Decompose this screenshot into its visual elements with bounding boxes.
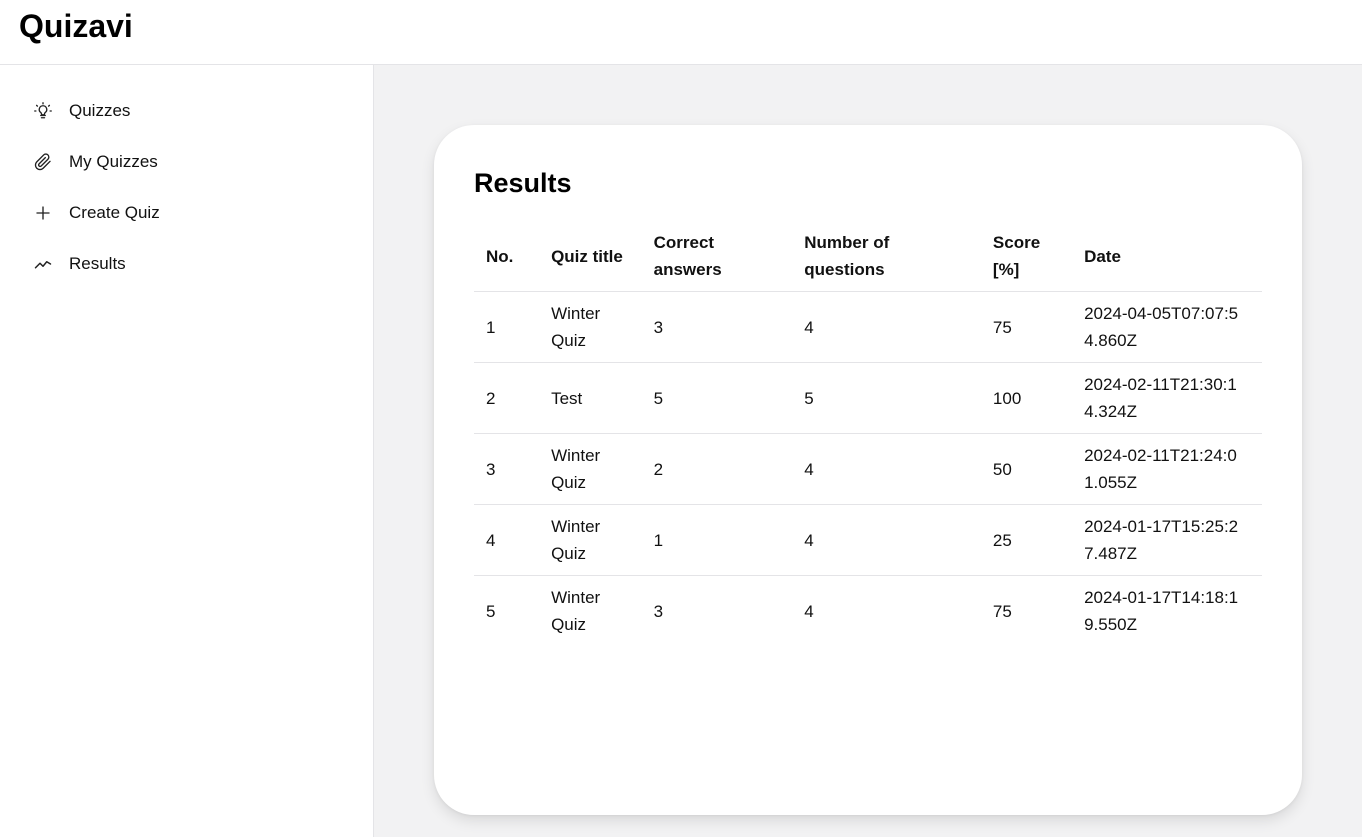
- app-title[interactable]: Quizavi: [19, 6, 133, 46]
- table-header-row: No. Quiz title Correct answers Number of…: [474, 221, 1262, 292]
- cell-no: 1: [474, 291, 540, 363]
- sidebar-item-results[interactable]: Results: [32, 248, 126, 280]
- cell-quiz-title: Winter Quiz: [539, 433, 642, 505]
- table-row: 3 Winter Quiz 2 4 50 2024-02-11T21:24:01…: [474, 433, 1262, 505]
- sidebar-item-label: Create Quiz: [69, 203, 160, 222]
- cell-score: 75: [980, 291, 1073, 363]
- column-header-correct-answers: Correct answers: [641, 221, 793, 292]
- results-card: Results No. Quiz title Correct answers N…: [434, 125, 1302, 815]
- plus-icon: [32, 202, 54, 224]
- sidebar: Quizzes My Quizzes Create Quiz Results: [0, 65, 374, 837]
- column-header-score: Score [%]: [980, 221, 1073, 292]
- cell-quiz-title: Winter Quiz: [539, 504, 642, 576]
- cell-date: 2024-01-17T15:25:27.487Z: [1072, 504, 1262, 576]
- column-header-number-of-questions: Number of questions: [792, 221, 981, 292]
- cell-correct-answers: 1: [641, 504, 793, 576]
- cell-quiz-title: Winter Quiz: [551, 588, 601, 634]
- main-content: Results No. Quiz title Correct answers N…: [374, 65, 1362, 837]
- table-row: 2 Test 5 5 100 2024-02-11T21:30:14.324Z: [474, 362, 1262, 434]
- cell-number-of-questions: 4: [792, 433, 981, 505]
- trend-line-icon: [32, 253, 54, 275]
- column-header-no: No.: [474, 221, 540, 292]
- cell-score: 25: [980, 504, 1073, 576]
- column-header-quiz-title: Quiz title: [539, 221, 642, 292]
- cell-score: 75: [992, 601, 1012, 621]
- cell-quiz-title: Winter Quiz: [539, 291, 642, 363]
- cell-no: 4: [474, 504, 540, 576]
- sidebar-item-quizzes[interactable]: Quizzes: [32, 95, 130, 127]
- table-row: 1 Winter Quiz 3 4 75 2024-04-05T07:07:54…: [474, 291, 1262, 363]
- app-header: Quizavi: [0, 0, 1362, 65]
- sidebar-item-my-quizzes[interactable]: My Quizzes: [32, 146, 158, 178]
- cell-no: 3: [474, 433, 540, 505]
- cell-correct-answers: 2: [641, 433, 793, 505]
- cell-quiz-title: Test: [539, 362, 642, 434]
- table-row: 4 Winter Quiz 1 4 25 2024-01-17T15:25:27…: [474, 504, 1262, 576]
- cell-score: 50: [980, 433, 1073, 505]
- cell-date: 2024-01-17T14:18:19.550Z: [1084, 588, 1239, 634]
- cell-date: 2024-04-05T07:07:54.860Z: [1072, 291, 1262, 363]
- lightbulb-icon: [32, 100, 54, 122]
- paperclip-icon: [32, 151, 54, 173]
- sidebar-item-label: My Quizzes: [69, 152, 158, 171]
- cell-date: 2024-02-11T21:24:01.055Z: [1072, 433, 1262, 505]
- cell-number-of-questions: 4: [804, 601, 814, 621]
- cell-number-of-questions: 4: [792, 504, 981, 576]
- sidebar-item-create-quiz[interactable]: Create Quiz: [32, 197, 160, 229]
- cell-no: 5: [486, 601, 496, 621]
- cell-score: 100: [980, 362, 1073, 434]
- results-table: No. Quiz title Correct answers Number of…: [474, 221, 1262, 646]
- cell-no: 2: [474, 362, 540, 434]
- cell-date: 2024-02-11T21:30:14.324Z: [1072, 362, 1262, 434]
- cell-correct-answers: 3: [641, 291, 793, 363]
- cell-number-of-questions: 5: [792, 362, 981, 434]
- cell-correct-answers: 5: [641, 362, 793, 434]
- cell-number-of-questions: 4: [792, 291, 981, 363]
- table-row: 5 Winter Quiz 3 4 75 2024-01-17T14:18:19…: [474, 576, 1262, 647]
- column-header-date: Date: [1072, 221, 1262, 292]
- sidebar-item-label: Results: [69, 254, 126, 273]
- sidebar-item-label: Quizzes: [69, 101, 131, 120]
- page-title: Results: [474, 168, 572, 198]
- cell-correct-answers: 3: [653, 601, 664, 621]
